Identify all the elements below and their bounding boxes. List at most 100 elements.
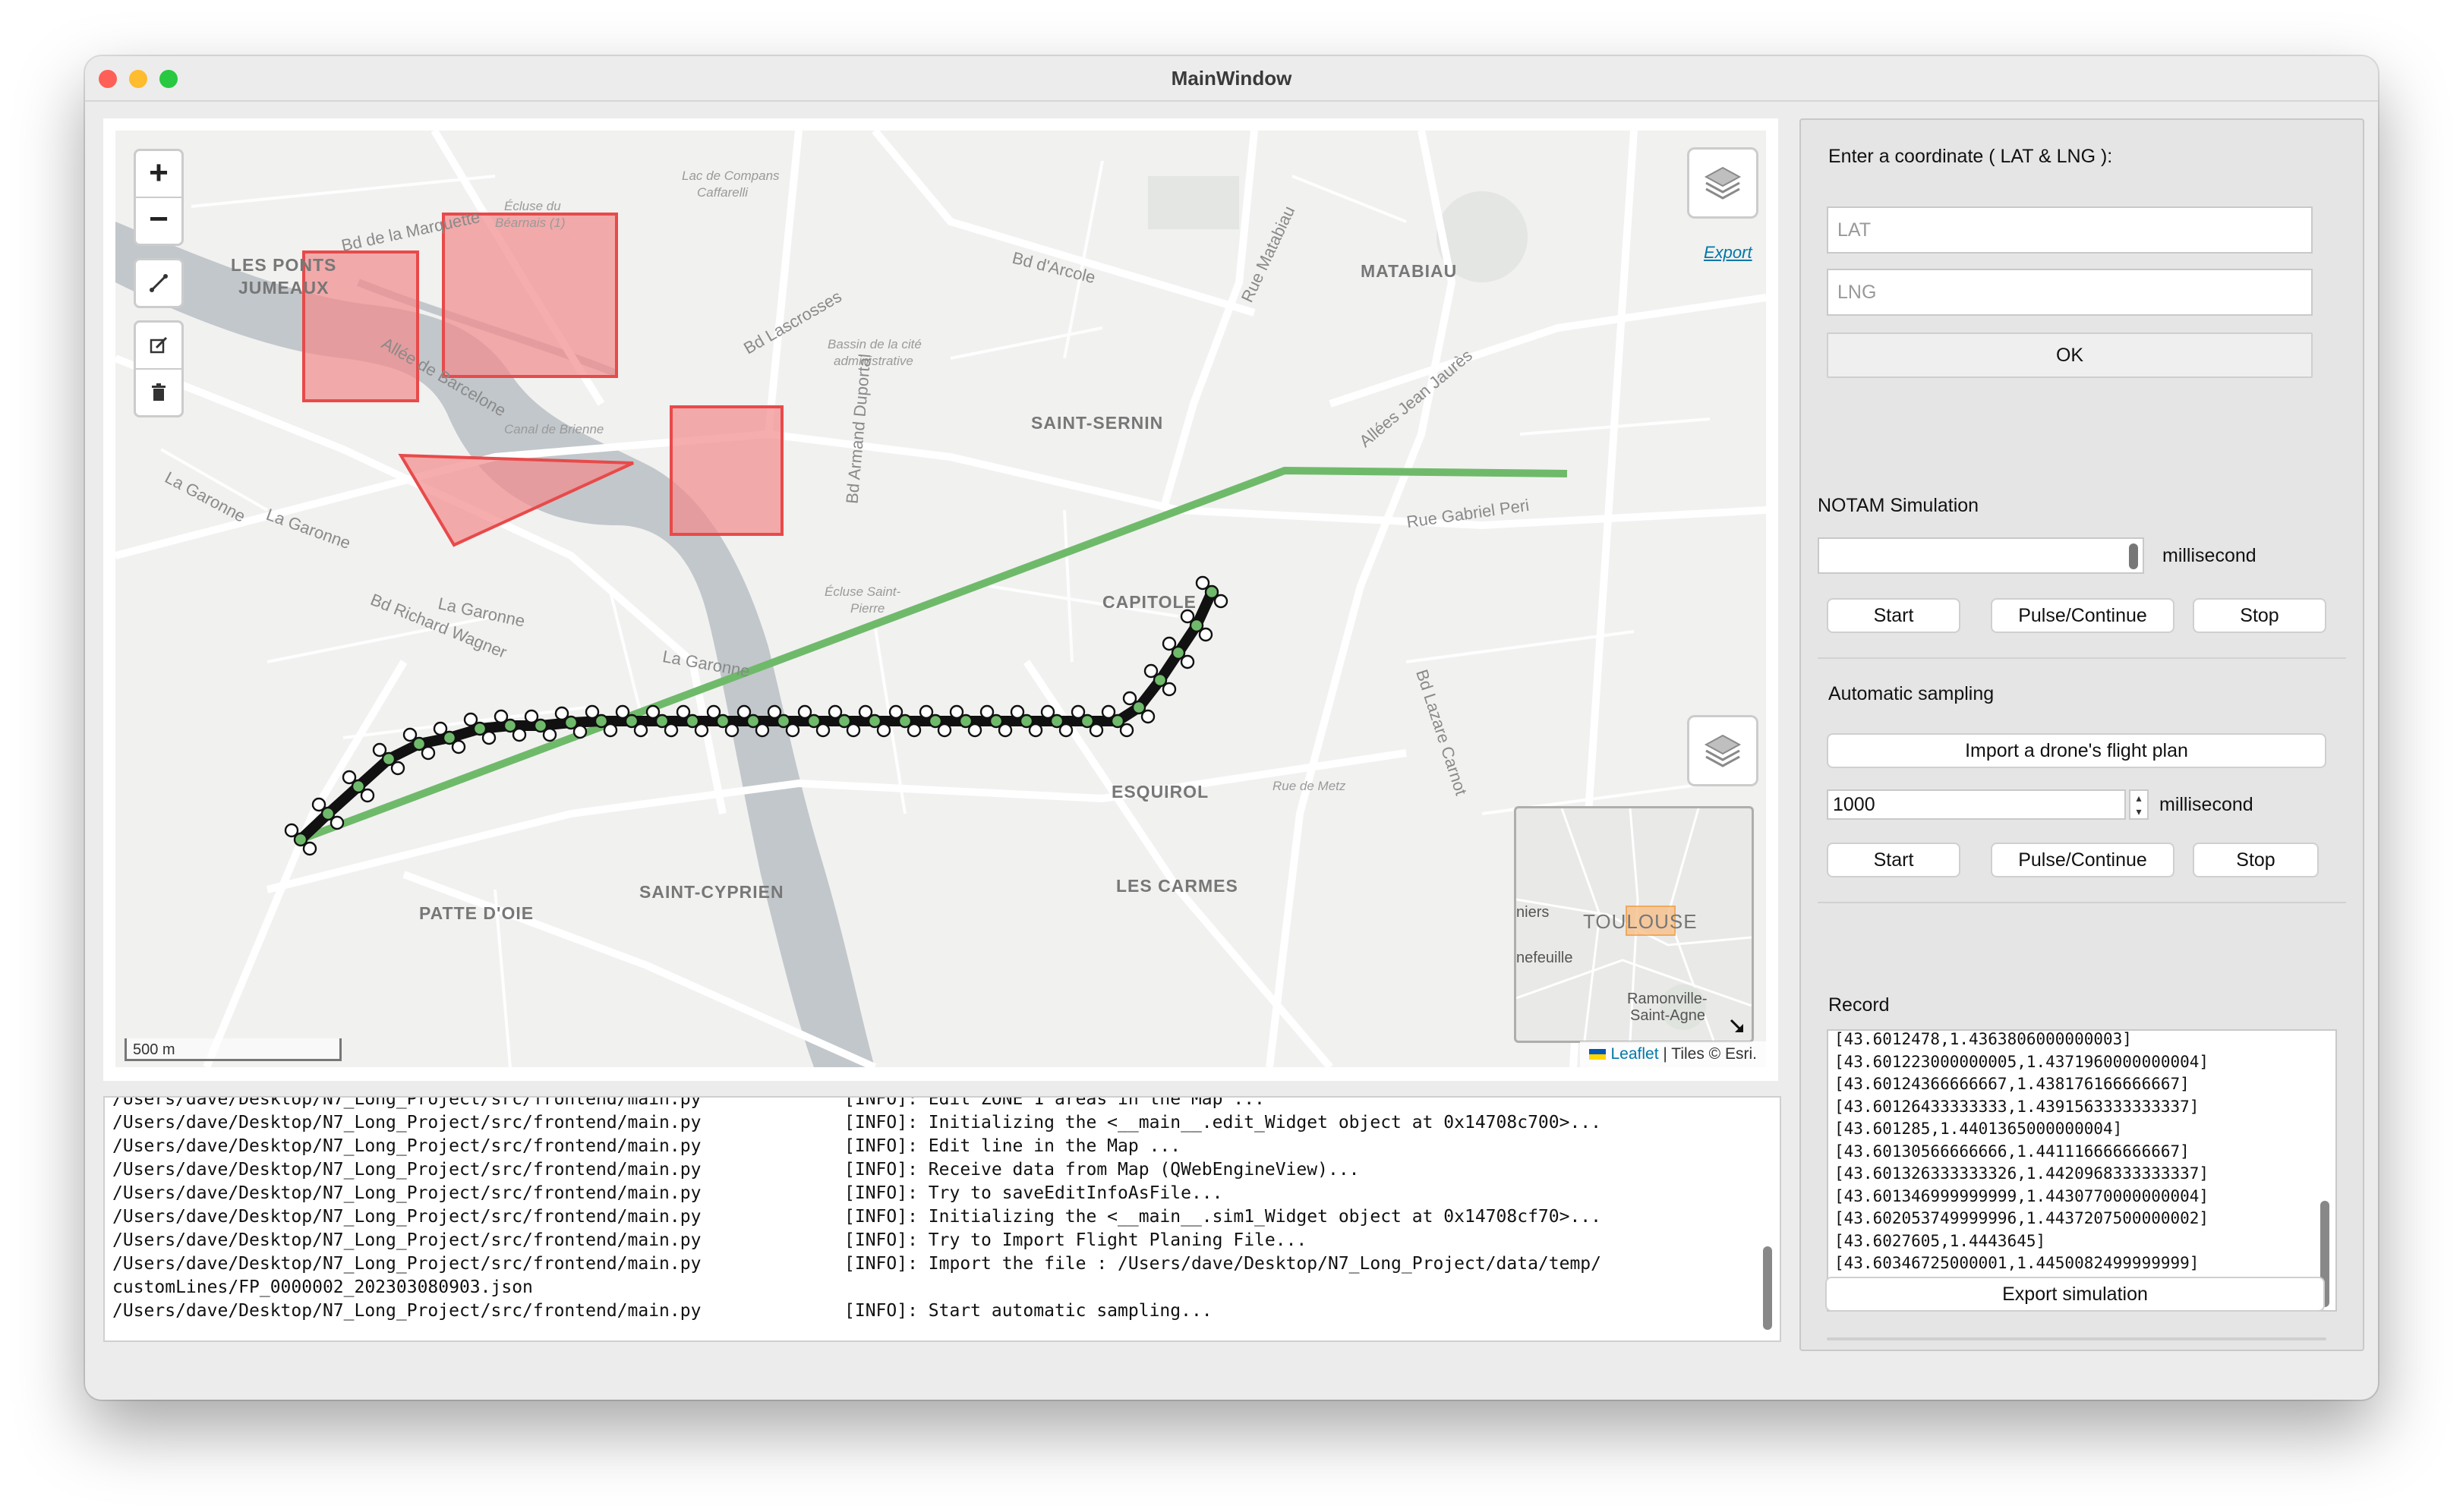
record-line: [43.601223000000005,1.4371960000000004] <box>1834 1052 2209 1071</box>
label-canal-de-brienne: Canal de Brienne <box>504 422 604 436</box>
lng-input[interactable]: LNG <box>1827 269 2313 316</box>
console-line: /Users/dave/Desktop/N7_Long_Project/src/… <box>112 1299 1213 1323</box>
title-bar: MainWindow <box>85 56 2378 102</box>
draw-polyline-button[interactable] <box>136 260 181 306</box>
waypoint-dot <box>1089 723 1104 738</box>
waypoint-dot <box>1195 575 1210 591</box>
waypoint-dot <box>1143 663 1159 679</box>
map-frame: LES PONTS JUMEAUX MATABIAU SAINT-SERNIN … <box>103 118 1778 1081</box>
console-line-message: [INFO]: Start automatic sampling... <box>844 1301 1213 1321</box>
minimap-bottom-label: Ramonville- <box>1627 991 1708 1007</box>
waypoint-dot <box>846 723 861 738</box>
label-les-ponts: LES PONTS <box>231 255 337 275</box>
map-view[interactable]: LES PONTS JUMEAUX MATABIAU SAINT-SERNIN … <box>115 131 1766 1067</box>
notam-pulse-button[interactable]: Pulse/Continue <box>1991 598 2174 633</box>
waypoint-dot <box>1122 691 1137 706</box>
waypoint-dot <box>797 704 812 720</box>
edit-layers-button[interactable] <box>136 323 181 370</box>
label-rue-de-metz: Rue de Metz <box>1272 779 1346 793</box>
record-line: [43.6027605,1.4443645] <box>1834 1231 2046 1250</box>
waypoint-dot <box>360 788 375 803</box>
console-line: /Users/dave/Desktop/N7_Long_Project/src/… <box>112 1228 1307 1252</box>
waypoint-dot <box>1213 594 1228 609</box>
import-flight-plan-button[interactable]: Import a drone's flight plan <box>1827 733 2326 768</box>
waypoint-dot <box>311 797 326 812</box>
ok-button[interactable]: OK <box>1827 332 2313 378</box>
waypoint-dot <box>967 723 982 738</box>
waypoint-dot <box>342 770 357 785</box>
waypoint-dot <box>706 704 721 720</box>
zoom-out-button[interactable]: − <box>136 197 181 243</box>
console-line-message: [INFO]: Edit line in the Map ... <box>844 1136 1181 1156</box>
waypoint-dot <box>572 724 588 739</box>
lat-input[interactable]: LAT <box>1827 206 2313 254</box>
window-title: MainWindow <box>1171 67 1292 90</box>
label-lac-de-compans: Lac de Compans <box>682 169 780 183</box>
console-line: customLines/FP_0000002_202303080903.json <box>112 1275 533 1299</box>
waypoint-dot <box>888 704 904 720</box>
separator <box>1818 657 2346 659</box>
notam-start-button[interactable]: Start <box>1827 598 1960 633</box>
console-line-source: /Users/dave/Desktop/N7_Long_Project/src/… <box>112 1160 702 1180</box>
console-line-source: /Users/dave/Desktop/N7_Long_Project/src/… <box>112 1113 702 1132</box>
record-line: [43.602053749999996,1.4437207500000002] <box>1834 1209 2209 1227</box>
waypoint-dot <box>330 815 345 830</box>
auto-interval-spinner[interactable]: ▴ ▾ <box>2129 789 2149 820</box>
polyline-icon <box>150 274 168 292</box>
auto-stop-button[interactable]: Stop <box>2193 843 2319 877</box>
layers-icon <box>1704 166 1742 200</box>
minimap[interactable]: TOULOUSE niers nefeuille Ramonville- Sai… <box>1514 806 1754 1043</box>
console-line-source: /Users/dave/Desktop/N7_Long_Project/src/… <box>112 1136 702 1156</box>
record-list[interactable]: [43.6012478,1.4363806000000003] [43.60122… <box>1827 1029 2337 1312</box>
waypoint-dot <box>633 723 648 738</box>
auto-start-button[interactable]: Start <box>1827 843 1960 877</box>
waypoint-dot <box>585 704 600 720</box>
auto-interval-input[interactable]: 1000 <box>1827 789 2126 820</box>
notam-spin-handle[interactable] <box>2129 543 2138 569</box>
waypoint-dot <box>979 704 995 720</box>
notam-stop-button[interactable]: Stop <box>2193 598 2326 633</box>
waypoint-dot <box>828 704 843 720</box>
waypoint-dot <box>1198 627 1213 642</box>
record-title: Record <box>1828 994 1890 1016</box>
export-link[interactable]: Export <box>1704 243 1752 263</box>
spacer <box>1827 1337 2326 1340</box>
waypoint-dot <box>664 723 679 738</box>
waypoint-dot <box>949 704 964 720</box>
delete-layers-button[interactable] <box>136 370 181 415</box>
tiles-attribution: | Tiles © Esri. <box>1658 1045 1757 1063</box>
console-line: /Users/dave/Desktop/N7_Long_Project/src/… <box>112 1134 1181 1158</box>
waypoint-dot <box>1140 709 1156 724</box>
record-line: [43.6012478,1.4363806000000003] <box>1834 1030 2132 1048</box>
record-line: [43.601346999999999,1.4430770000000004] <box>1834 1186 2209 1205</box>
layers-control-bottom[interactable] <box>1687 715 1758 786</box>
waypoint-dot <box>937 723 952 738</box>
waypoint-dot <box>694 723 709 738</box>
log-console[interactable]: /Users/dave/Desktop/N7_Long_Project/src/… <box>103 1096 1781 1342</box>
waypoint-dot <box>1162 636 1177 651</box>
export-simulation-button[interactable]: Export simulation <box>1825 1277 2325 1312</box>
layers-control-top[interactable] <box>1687 147 1758 219</box>
waypoint-dot <box>603 723 618 738</box>
control-panel: Enter a coordinate ( LAT & LNG ): LAT LN… <box>1799 118 2364 1351</box>
waypoint-dot <box>1010 704 1025 720</box>
leaflet-link[interactable]: Leaflet <box>1610 1045 1658 1063</box>
zoom-in-button[interactable]: + <box>136 151 181 198</box>
minimap-left-label: niers <box>1516 904 1550 921</box>
waypoint-dot <box>524 709 539 724</box>
waypoint-dot <box>919 704 934 720</box>
label-saint-cyprien: SAINT-CYPRIEN <box>639 882 784 902</box>
waypoint-dot <box>433 721 448 736</box>
waypoint-dot <box>724 723 740 738</box>
auto-pulse-button[interactable]: Pulse/Continue <box>1991 843 2174 877</box>
console-scrollbar[interactable] <box>1763 1246 1772 1330</box>
waypoint-dot <box>1119 723 1134 738</box>
console-line-source: /Users/dave/Desktop/N7_Long_Project/src/… <box>112 1096 702 1109</box>
notam-interval-input[interactable] <box>1818 537 2144 574</box>
label-les-carmes: LES CARMES <box>1116 876 1238 896</box>
minimap-toggle-icon[interactable] <box>1729 1018 1746 1035</box>
label-ecluse-saint-pierre-2: Pierre <box>850 601 885 616</box>
waypoint-dot <box>481 730 497 745</box>
console-line-message: [INFO]: Edit ZONE 1 areas in the Map ... <box>844 1096 1265 1109</box>
coordinate-title: Enter a coordinate ( LAT & LNG ): <box>1828 146 2113 167</box>
